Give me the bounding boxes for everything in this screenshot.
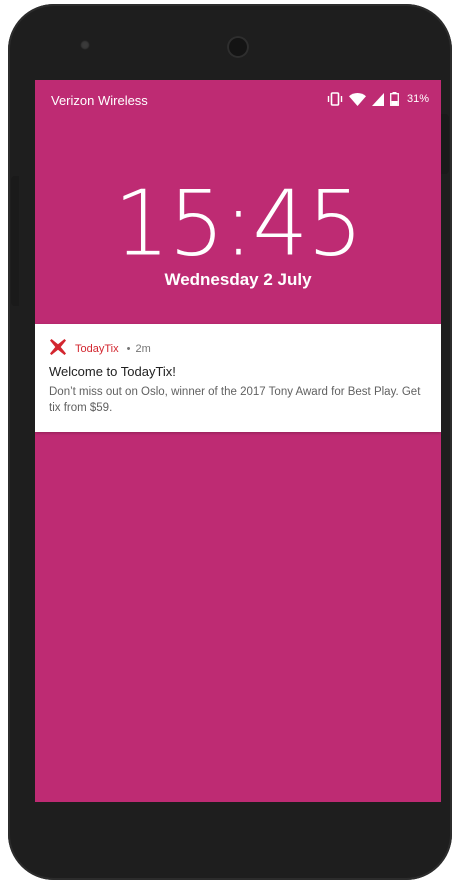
notification-card[interactable]: TodayTix • 2m Welcome to TodayTix! Don’t…: [35, 324, 441, 432]
carrier-name: Verizon Wireless: [51, 93, 148, 108]
battery-icon: [390, 92, 399, 106]
vibrate-icon: [327, 92, 343, 106]
status-icons: 31%: [327, 92, 429, 106]
notification-title: Welcome to TodayTix!: [49, 364, 176, 379]
lock-screen[interactable]: Verizon Wireless 31% 15:45 Wednesday 2 J…: [35, 80, 441, 802]
lockscreen-date: Wednesday 2 July: [164, 270, 312, 289]
header-separator: •: [126, 342, 131, 355]
battery-percent: 31%: [406, 93, 429, 105]
status-bar: Verizon Wireless 31%: [35, 80, 441, 120]
power-button[interactable]: [441, 114, 449, 174]
signal-icon: [371, 92, 384, 106]
volume-button[interactable]: [11, 176, 19, 306]
todaytix-x-icon: [49, 338, 75, 359]
wifi-icon: [348, 92, 366, 106]
phone-device-frame: Verizon Wireless 31% 15:45 Wednesday 2 J…: [8, 4, 452, 880]
earpiece-speaker: [227, 36, 249, 58]
lockscreen-clock: 15:45: [113, 170, 364, 277]
notification-app-name: TodayTix: [75, 342, 119, 355]
notification-time: 2m: [135, 342, 151, 355]
front-camera: [80, 40, 90, 50]
notification-body: Don’t miss out on Oslo, winner of the 20…: [49, 386, 421, 414]
notification-header: TodayTix • 2m: [49, 338, 151, 359]
